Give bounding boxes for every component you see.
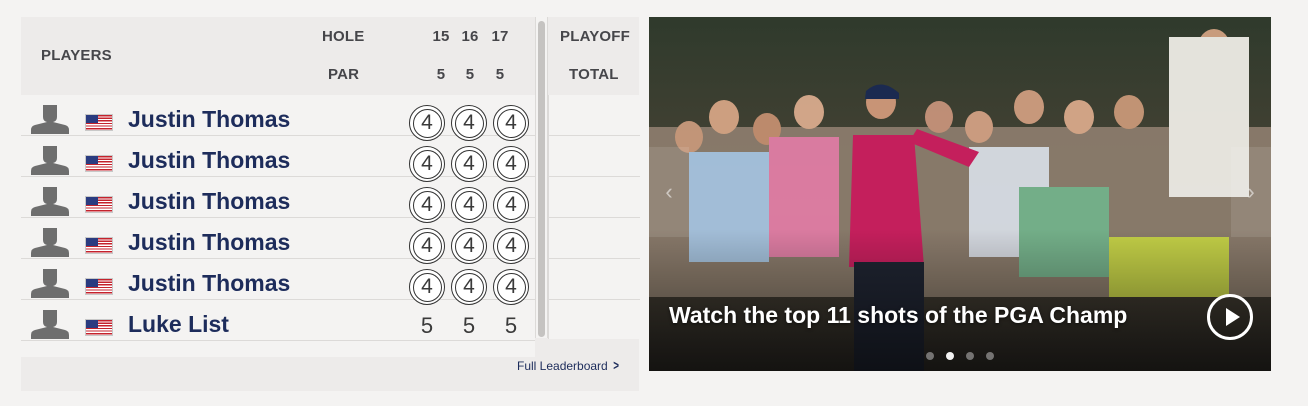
leaderboard-widget: PLAYERS HOLE PAR 15 16 17 5 5 5 PLAYOFF …	[21, 17, 640, 391]
hole-score-value: 4	[412, 190, 442, 220]
player-name[interactable]: Justin Thomas	[128, 188, 290, 215]
hole-score-value: 4	[496, 149, 526, 179]
hole-score-value: 4	[412, 149, 442, 179]
carousel-next-button[interactable]: ›	[1231, 147, 1271, 237]
hole-number-16: 16	[461, 28, 479, 45]
player-row[interactable]: Justin Thomas 4 4 4	[21, 95, 535, 141]
carousel-dot[interactable]	[926, 352, 934, 360]
players-list[interactable]: Justin Thomas 4 4 4 Justin Thomas 4 4 4 Justin T…	[21, 95, 535, 357]
player-row[interactable]: Justin Thomas 4 4 4	[21, 259, 535, 305]
player-row[interactable]: Justin Thomas 4 4 4	[21, 177, 535, 223]
hole-score-value: 4	[454, 231, 484, 261]
usa-flag-icon	[85, 319, 113, 336]
video-card[interactable]: ‹ › Watch the top 11 shots of the PGA Ch…	[649, 17, 1271, 371]
hole-number-15: 15	[432, 28, 450, 45]
carousel-dot[interactable]	[966, 352, 974, 360]
player-silhouette-icon	[31, 269, 69, 298]
hole-score-value: 4	[454, 190, 484, 220]
usa-flag-icon	[85, 278, 113, 295]
hole-score-value: 5	[420, 313, 434, 338]
hole-score-value: 4	[412, 231, 442, 261]
par-value-15: 5	[436, 66, 446, 83]
chevron-right-icon: ›	[1247, 179, 1255, 204]
hole-score-value: 4	[454, 272, 484, 302]
hole-score-value: 4	[496, 190, 526, 220]
par-row-label: PAR	[328, 66, 360, 83]
playoff-column-body	[548, 95, 640, 339]
par-value-17: 5	[495, 66, 505, 83]
carousel-dot[interactable]	[986, 352, 994, 360]
chevron-right-icon: >	[612, 357, 619, 373]
player-silhouette-icon	[31, 310, 69, 339]
carousel-dot[interactable]	[946, 352, 954, 360]
player-name[interactable]: Justin Thomas	[128, 147, 290, 174]
player-row[interactable]: Luke List 5 5 5	[21, 300, 535, 341]
hole-score-value: 5	[504, 313, 518, 338]
hole-score-value: 4	[412, 108, 442, 138]
video-caption[interactable]: Watch the top 11 shots of the PGA Champ	[669, 302, 1127, 329]
player-row[interactable]: Justin Thomas 4 4 4	[21, 136, 535, 182]
hole-row-label: HOLE	[322, 28, 365, 45]
player-silhouette-icon	[31, 105, 69, 134]
play-icon	[1226, 308, 1240, 326]
player-name[interactable]: Justin Thomas	[128, 270, 290, 297]
player-silhouette-icon	[31, 146, 69, 175]
player-name[interactable]: Luke List	[128, 311, 229, 338]
scrollbar-thumb[interactable]	[538, 21, 545, 337]
player-name[interactable]: Justin Thomas	[128, 106, 290, 133]
hole-score-value: 5	[462, 313, 476, 338]
full-leaderboard-link[interactable]: Full Leaderboard >	[517, 357, 620, 373]
chevron-left-icon: ‹	[665, 179, 673, 204]
usa-flag-icon	[85, 114, 113, 131]
full-leaderboard-label: Full Leaderboard	[517, 359, 608, 373]
playoff-column-header: PLAYOFF	[560, 28, 631, 45]
hole-score-value: 4	[496, 108, 526, 138]
hole-score-value: 4	[496, 231, 526, 261]
player-silhouette-icon	[31, 228, 69, 257]
usa-flag-icon	[85, 155, 113, 172]
total-column-header: TOTAL	[569, 66, 619, 83]
play-button[interactable]	[1207, 294, 1253, 340]
hole-score-value: 4	[496, 272, 526, 302]
hole-score-value: 4	[412, 272, 442, 302]
hole-number-17: 17	[491, 28, 509, 45]
carousel-prev-button[interactable]: ‹	[649, 147, 689, 237]
players-column-header: PLAYERS	[41, 47, 112, 64]
hole-score-value: 4	[454, 149, 484, 179]
player-row[interactable]: Justin Thomas 4 4 4	[21, 218, 535, 264]
usa-flag-icon	[85, 196, 113, 213]
usa-flag-icon	[85, 237, 113, 254]
hole-score-value: 4	[454, 108, 484, 138]
carousel-dots	[926, 352, 994, 360]
player-name[interactable]: Justin Thomas	[128, 229, 290, 256]
par-value-16: 5	[465, 66, 475, 83]
player-silhouette-icon	[31, 187, 69, 216]
